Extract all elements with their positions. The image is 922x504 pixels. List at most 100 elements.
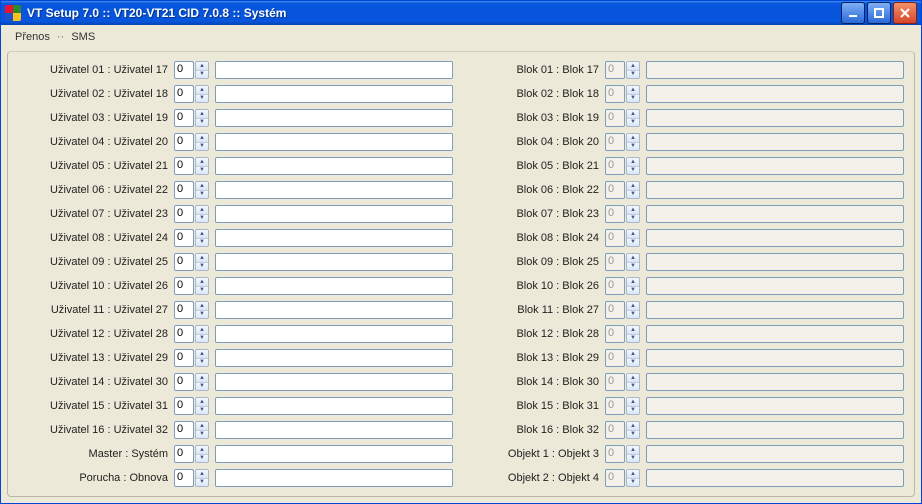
- left-row-spinner[interactable]: ▲▼: [195, 181, 209, 199]
- left-row-number-input[interactable]: 0: [174, 469, 194, 487]
- spinner-up-icon[interactable]: ▲: [196, 446, 208, 455]
- spinner-down-icon[interactable]: ▼: [196, 191, 208, 199]
- spinner-down-icon[interactable]: ▼: [196, 263, 208, 271]
- left-row-spinner[interactable]: ▲▼: [195, 85, 209, 103]
- spinner-up-icon[interactable]: ▲: [196, 62, 208, 71]
- left-row-number-input[interactable]: 0: [174, 61, 194, 79]
- spinner-down-icon[interactable]: ▼: [196, 167, 208, 175]
- spinner-down-icon[interactable]: ▼: [196, 383, 208, 391]
- left-row-text-input[interactable]: [215, 469, 453, 487]
- left-row-text-input[interactable]: [215, 61, 453, 79]
- left-row-spinner[interactable]: ▲▼: [195, 421, 209, 439]
- spinner-up-icon[interactable]: ▲: [196, 470, 208, 479]
- maximize-button[interactable]: [867, 2, 891, 24]
- spinner-down-icon[interactable]: ▼: [196, 143, 208, 151]
- left-row-text-input[interactable]: [215, 421, 453, 439]
- left-row-spinner[interactable]: ▲▼: [195, 277, 209, 295]
- left-row-text-input[interactable]: [215, 229, 453, 247]
- spinner-up-icon[interactable]: ▲: [196, 158, 208, 167]
- left-row-number-input[interactable]: 0: [174, 349, 194, 367]
- left-row-number-input[interactable]: 0: [174, 205, 194, 223]
- left-row-text-input[interactable]: [215, 325, 453, 343]
- left-row-text-input[interactable]: [215, 445, 453, 463]
- spinner-up-icon[interactable]: ▲: [196, 206, 208, 215]
- left-row-text-input[interactable]: [215, 181, 453, 199]
- left-row-spinner[interactable]: ▲▼: [195, 109, 209, 127]
- left-row-spinner[interactable]: ▲▼: [195, 301, 209, 319]
- left-row-spinner[interactable]: ▲▼: [195, 157, 209, 175]
- spinner-up-icon[interactable]: ▲: [196, 326, 208, 335]
- left-row-spinner[interactable]: ▲▼: [195, 325, 209, 343]
- left-row-number-input[interactable]: 0: [174, 301, 194, 319]
- left-row-number-input[interactable]: 0: [174, 229, 194, 247]
- left-row-text-input[interactable]: [215, 373, 453, 391]
- spinner-up-icon[interactable]: ▲: [196, 182, 208, 191]
- spinner-up-icon[interactable]: ▲: [196, 134, 208, 143]
- left-row-number-input[interactable]: 0: [174, 373, 194, 391]
- left-row-spinner[interactable]: ▲▼: [195, 373, 209, 391]
- spinner-up-icon[interactable]: ▲: [196, 110, 208, 119]
- left-row-text-input[interactable]: [215, 133, 453, 151]
- left-row-text-input[interactable]: [215, 157, 453, 175]
- minimize-button[interactable]: [841, 2, 865, 24]
- left-row-number-input[interactable]: 0: [174, 109, 194, 127]
- left-row-number-input[interactable]: 0: [174, 157, 194, 175]
- left-row-spinner[interactable]: ▲▼: [195, 205, 209, 223]
- left-row-spinner[interactable]: ▲▼: [195, 469, 209, 487]
- spinner-down-icon[interactable]: ▼: [196, 311, 208, 319]
- left-row-number-input[interactable]: 0: [174, 277, 194, 295]
- spinner-down-icon[interactable]: ▼: [196, 335, 208, 343]
- left-row-number-input[interactable]: 0: [174, 325, 194, 343]
- left-row-spinner[interactable]: ▲▼: [195, 133, 209, 151]
- left-row-number-input[interactable]: 0: [174, 445, 194, 463]
- spinner-down-icon[interactable]: ▼: [196, 479, 208, 487]
- left-row-spinner[interactable]: ▲▼: [195, 61, 209, 79]
- spinner-down-icon[interactable]: ▼: [196, 431, 208, 439]
- spinner-up-icon[interactable]: ▲: [196, 350, 208, 359]
- left-row-spinner[interactable]: ▲▼: [195, 445, 209, 463]
- spinner-down-icon[interactable]: ▼: [196, 215, 208, 223]
- spinner-down-icon[interactable]: ▼: [196, 71, 208, 79]
- spinner-up-icon[interactable]: ▲: [196, 86, 208, 95]
- left-row-number-input[interactable]: 0: [174, 253, 194, 271]
- left-row-text-input[interactable]: [215, 253, 453, 271]
- left-row-text-input[interactable]: [215, 397, 453, 415]
- spinner-up-icon[interactable]: ▲: [196, 230, 208, 239]
- left-row-text-input[interactable]: [215, 205, 453, 223]
- maximize-icon: [873, 7, 885, 19]
- spinner-down-icon[interactable]: ▼: [196, 359, 208, 367]
- spinner-up-icon[interactable]: ▲: [196, 302, 208, 311]
- left-row-number-input[interactable]: 0: [174, 85, 194, 103]
- titlebar[interactable]: VT Setup 7.0 :: VT20-VT21 CID 7.0.8 :: S…: [1, 1, 921, 25]
- close-button[interactable]: [893, 2, 917, 24]
- left-row-text-input[interactable]: [215, 85, 453, 103]
- spinner-up-icon[interactable]: ▲: [196, 278, 208, 287]
- spinner-up-icon[interactable]: ▲: [196, 374, 208, 383]
- spinner-down-icon[interactable]: ▼: [196, 455, 208, 463]
- right-row-spinwrap: 0▲▼: [605, 181, 640, 199]
- left-row-text-input[interactable]: [215, 277, 453, 295]
- left-row-text-input[interactable]: [215, 349, 453, 367]
- left-row-text-input[interactable]: [215, 109, 453, 127]
- spinner-down-icon[interactable]: ▼: [196, 119, 208, 127]
- menu-item-sms[interactable]: SMS: [71, 31, 95, 43]
- left-row-spinwrap: 0▲▼: [174, 229, 209, 247]
- left-row-spinner[interactable]: ▲▼: [195, 349, 209, 367]
- spinner-up-icon[interactable]: ▲: [196, 254, 208, 263]
- left-row-number-input[interactable]: 0: [174, 421, 194, 439]
- spinner-down-icon[interactable]: ▼: [196, 407, 208, 415]
- spinner-up-icon: ▲: [627, 302, 639, 311]
- menu-item-prenos[interactable]: Přenos: [15, 31, 50, 43]
- spinner-down-icon[interactable]: ▼: [196, 287, 208, 295]
- left-row-spinner[interactable]: ▲▼: [195, 229, 209, 247]
- spinner-up-icon[interactable]: ▲: [196, 398, 208, 407]
- left-row-number-input[interactable]: 0: [174, 397, 194, 415]
- spinner-down-icon[interactable]: ▼: [196, 95, 208, 103]
- spinner-up-icon[interactable]: ▲: [196, 422, 208, 431]
- left-row-spinner[interactable]: ▲▼: [195, 253, 209, 271]
- left-row-spinner[interactable]: ▲▼: [195, 397, 209, 415]
- spinner-down-icon[interactable]: ▼: [196, 239, 208, 247]
- left-row-text-input[interactable]: [215, 301, 453, 319]
- left-row-number-input[interactable]: 0: [174, 133, 194, 151]
- left-row-number-input[interactable]: 0: [174, 181, 194, 199]
